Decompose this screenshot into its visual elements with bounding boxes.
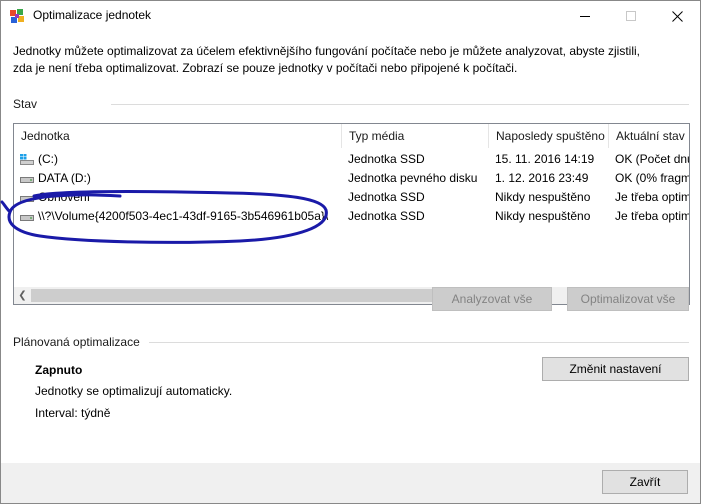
intro-line-1: Jednotky můžete optimalizovat za účelem … [13, 44, 641, 58]
defrag-app-icon [10, 9, 24, 23]
column-header-drive[interactable]: Jednotka [14, 124, 342, 148]
drive-last-run: 1. 12. 2016 23:49 [495, 171, 589, 185]
drive-name: Obnovení [38, 190, 91, 204]
table-row[interactable]: DATA (D:) Jednotka pevného disku 1. 12. … [14, 169, 689, 188]
schedule-interval: Interval: týdně [35, 406, 111, 420]
drive-status: OK (0% fragm [615, 171, 690, 185]
schedule-status: Zapnuto [35, 363, 83, 377]
status-section-divider [111, 104, 689, 105]
column-header-last-run[interactable]: Naposledy spuštěno [489, 124, 608, 148]
maximize-icon [626, 11, 636, 21]
drives-list[interactable]: Jednotka Typ média Naposledy spuštěno Ak… [13, 123, 690, 305]
drive-last-run: Nikdy nespuštěno [495, 190, 591, 204]
close-button[interactable]: Zavřít [602, 470, 688, 494]
drive-status: Je třeba optim [615, 190, 690, 204]
drive-status: OK (Počet dnů [615, 152, 690, 166]
column-header-current-status[interactable]: Aktuální stav [609, 124, 689, 148]
change-settings-button[interactable]: Změnit nastavení [542, 357, 689, 381]
drive-media-type: Jednotka SSD [348, 209, 425, 223]
table-row[interactable]: \\?\Volume{4200f503-4ec1-43df-9165-3b546… [14, 207, 689, 226]
maximize-button[interactable] [608, 1, 654, 31]
dialog-content: Jednotky můžete optimalizovat za účelem … [1, 31, 700, 463]
windows-drive-icon [20, 154, 34, 165]
column-header-media-type[interactable]: Typ média [342, 124, 488, 148]
hard-drive-icon [20, 177, 34, 183]
list-header: Jednotka Typ média Naposledy spuštěno Ak… [14, 124, 689, 148]
scroll-left-icon[interactable]: ❮ [14, 287, 31, 304]
table-row[interactable]: Obnovení Jednotka SSD Nikdy nespuštěno J… [14, 188, 689, 207]
minimize-icon [580, 15, 590, 17]
close-icon [671, 10, 683, 22]
status-section-label: Stav [13, 97, 38, 111]
schedule-description: Jednotky se optimalizují automaticky. [35, 384, 233, 398]
hard-drive-icon [20, 196, 34, 202]
drive-media-type: Jednotka pevného disku [348, 171, 478, 185]
drive-media-type: Jednotka SSD [348, 152, 425, 166]
window-title: Optimalizace jednotek [33, 8, 152, 22]
intro-text: Jednotky můžete optimalizovat za účelem … [13, 43, 673, 77]
schedule-section-divider [149, 342, 689, 343]
intro-line-2: zda je není třeba optimalizovat. Zobrazí… [13, 61, 518, 75]
drive-name: DATA (D:) [38, 171, 91, 185]
close-window-button[interactable] [654, 1, 700, 31]
analyze-all-button[interactable]: Analyzovat vše [432, 287, 552, 311]
drive-name: \\?\Volume{4200f503-4ec1-43df-9165-3b546… [38, 209, 329, 223]
drive-last-run: Nikdy nespuštěno [495, 209, 591, 223]
table-row[interactable]: (C:) Jednotka SSD 15. 11. 2016 14:19 OK … [14, 150, 689, 169]
minimize-button[interactable] [562, 1, 608, 31]
drive-name: (C:) [38, 152, 58, 166]
drive-status: Je třeba optim [615, 209, 690, 223]
drive-last-run: 15. 11. 2016 14:19 [495, 152, 595, 166]
schedule-section-label: Plánovaná optimalizace [13, 335, 140, 349]
drive-media-type: Jednotka SSD [348, 190, 425, 204]
title-bar[interactable]: Optimalizace jednotek [1, 1, 700, 31]
optimize-all-button[interactable]: Optimalizovat vše [567, 287, 689, 311]
hard-drive-icon [20, 215, 34, 221]
defrag-window: Optimalizace jednotek Jednotky můžete op… [0, 0, 701, 504]
